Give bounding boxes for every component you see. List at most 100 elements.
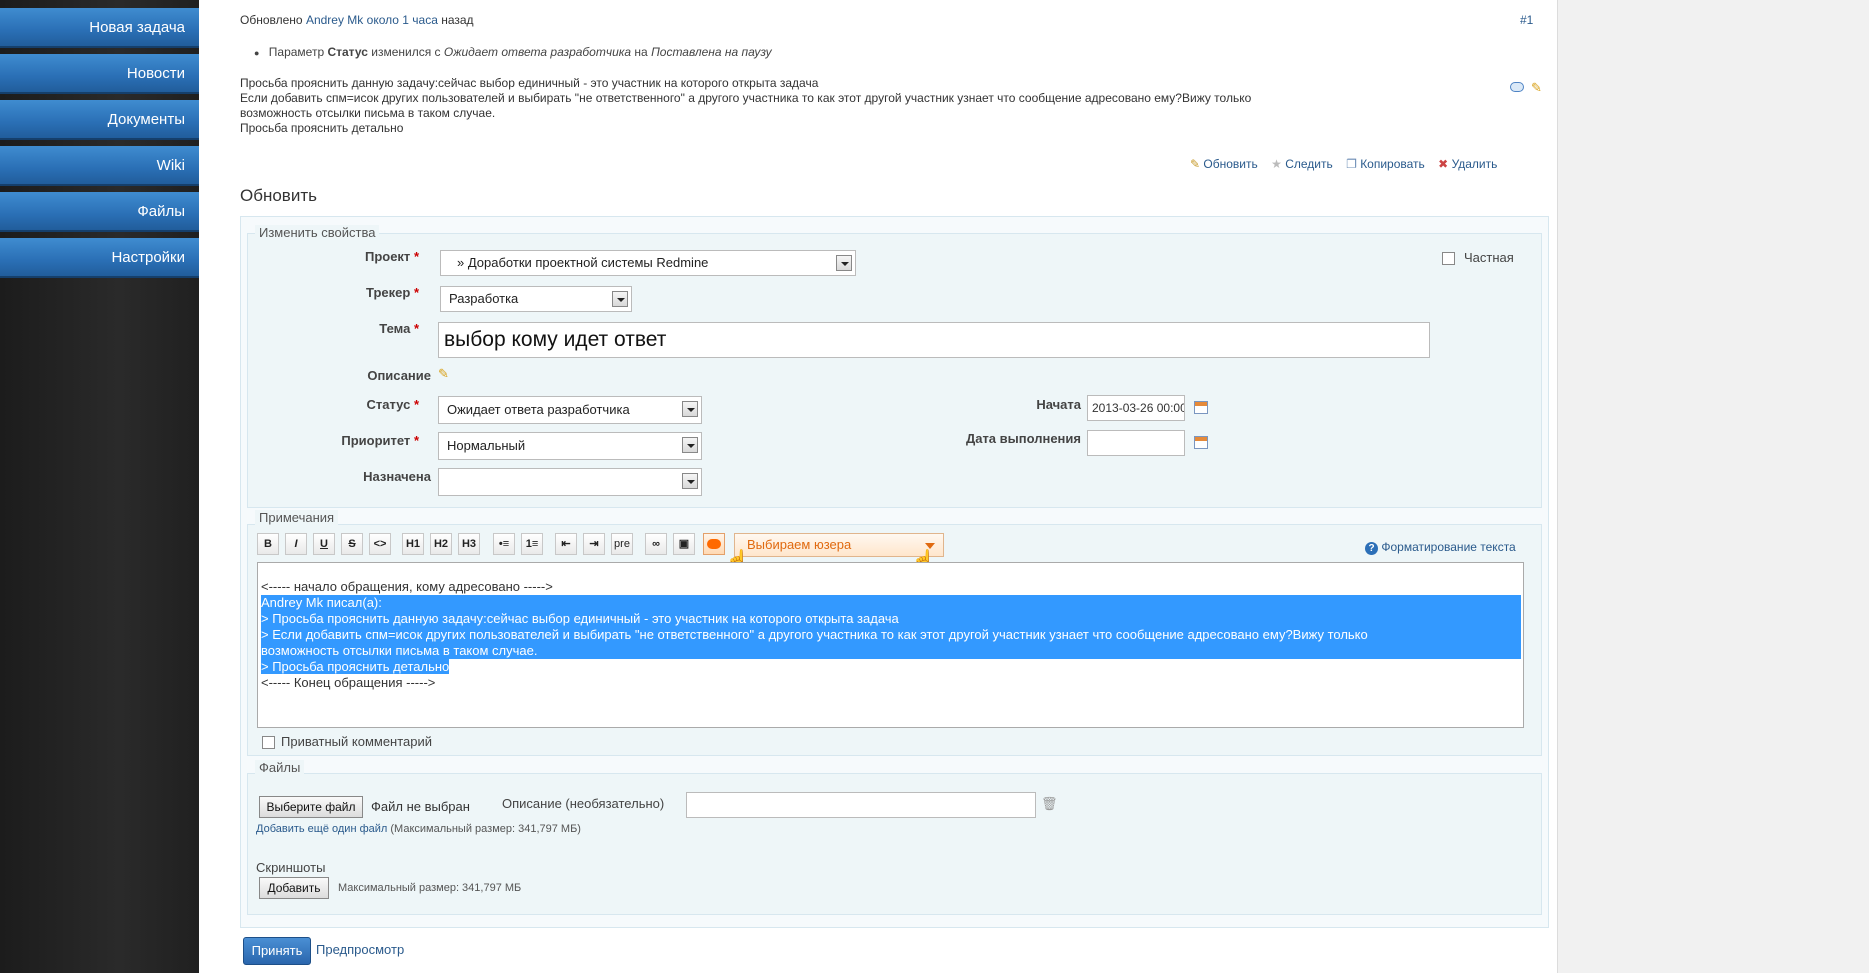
journal-author-link[interactable]: Andrey Mk <box>306 13 363 27</box>
subject-label: Тема * <box>379 321 419 336</box>
file-description-label: Описание (необязательно) <box>502 796 665 811</box>
notes-line: <----- Конец обращения -----> <box>261 675 436 690</box>
description-label: Описание <box>367 368 431 383</box>
watch-star-icon: ★ <box>1271 157 1282 171</box>
add-file-row: Добавить ещё один файл (Максимальный раз… <box>256 823 581 835</box>
sidebar-item-settings[interactable]: Настройки <box>0 238 199 278</box>
notes-line: <----- начало обращения, кому адресовано… <box>261 579 553 594</box>
journal-note-line: Просьба прояснить детально <box>240 121 404 135</box>
image-button[interactable]: ▣ <box>673 533 695 555</box>
project-select-value: » Доработки проектной системы Redmine <box>457 255 709 270</box>
watch-link[interactable]: Следить <box>1285 157 1333 171</box>
subject-input[interactable]: выбор кому идет ответ <box>438 322 1430 358</box>
italic-button[interactable]: I <box>285 533 307 555</box>
delete-link[interactable]: Удалить <box>1452 157 1498 171</box>
assignee-select[interactable] <box>438 468 702 496</box>
notes-line-selected: Andrey Mk писал(а): <box>261 595 1521 611</box>
formatting-link[interactable]: Форматирование текста <box>1381 540 1515 554</box>
status-label: Статус * <box>366 397 420 412</box>
notes-line-selected: возможность отсылки письма в таком случа… <box>261 643 1521 659</box>
detail-field: Статус <box>327 45 368 59</box>
link-button[interactable]: ∞ <box>645 533 667 555</box>
add-screenshot-button[interactable]: Добавить <box>259 877 329 899</box>
heading2-button[interactable]: H2 <box>430 533 452 555</box>
quote-icon[interactable] <box>1510 82 1524 92</box>
edit-pencil-icon[interactable]: ✎ <box>1531 81 1542 94</box>
notes-legend: Примечания <box>255 510 339 525</box>
choose-file-button[interactable]: Выберите файл <box>259 796 363 818</box>
preformatted-button[interactable]: pre <box>611 533 633 555</box>
file-description-input[interactable] <box>686 792 1036 818</box>
priority-label: Приоритет * <box>341 433 419 448</box>
private-label: Частная <box>1464 250 1514 265</box>
tracker-select[interactable]: Разработка <box>440 286 632 312</box>
description-edit-icon[interactable]: ✎ <box>438 366 449 382</box>
chevron-down-icon <box>682 473 698 489</box>
trash-icon[interactable]: 🗑 <box>1041 796 1058 812</box>
files-legend: Файлы <box>255 760 305 775</box>
heading3-button[interactable]: H3 <box>458 533 480 555</box>
speech-bubble-icon <box>707 539 721 549</box>
journal-updated-prefix: Обновлено <box>240 13 303 27</box>
assignee-label: Назначена <box>363 469 431 484</box>
due-date-label: Дата выполнения <box>965 431 1081 446</box>
priority-select[interactable]: Нормальный <box>438 432 702 460</box>
main-content: Обновлено Andrey Mk около 1 часа назад #… <box>199 0 1557 973</box>
align-right-button[interactable]: ⇥ <box>583 533 605 555</box>
strikethrough-button[interactable]: S <box>341 533 363 555</box>
tracker-select-value: Разработка <box>449 291 519 306</box>
right-margin <box>1557 0 1869 973</box>
journal-note-line: Просьба прояснить данную задачу:сейчас в… <box>240 76 819 90</box>
journal-number-link[interactable]: #1 <box>1520 13 1533 27</box>
sidebar-item-wiki[interactable]: Wiki <box>0 146 199 186</box>
accept-button[interactable]: Принять <box>243 937 311 965</box>
project-label: Проект * <box>364 249 419 264</box>
chevron-down-icon <box>612 291 628 307</box>
formatting-help: ? Форматирование текста <box>1365 540 1516 555</box>
journal-detail: ● Параметр Статус изменился с Ожидает от… <box>254 45 772 59</box>
screenshots-label: Скриншоты <box>256 860 326 875</box>
issue-actions: ✎ Обновить ★ Следить ❐ Копировать ✖ Удал… <box>1190 157 1497 171</box>
calendar-icon[interactable] <box>1194 401 1208 414</box>
start-date-input[interactable]: 2013-03-26 00:00 <box>1087 395 1185 421</box>
align-left-button[interactable]: ⇤ <box>555 533 577 555</box>
chevron-down-icon <box>682 401 698 417</box>
journal-header: Обновлено Andrey Mk около 1 часа назад <box>240 13 474 27</box>
status-select[interactable]: Ожидает ответа разработчика <box>438 396 702 424</box>
comment-bubble-button[interactable] <box>703 533 725 555</box>
calendar-icon[interactable] <box>1194 436 1208 449</box>
underline-button[interactable]: U <box>313 533 335 555</box>
private-comment-label: Приватный комментарий <box>281 734 433 749</box>
sidebar-item-new-issue[interactable]: Новая задача <box>0 8 199 48</box>
heading1-button[interactable]: H1 <box>402 533 424 555</box>
bullet-list-button[interactable]: •≡ <box>493 533 515 555</box>
notes-line-selected: > Просьба прояснить данную задачу:сейчас… <box>261 611 1521 627</box>
private-comment-checkbox[interactable] <box>262 736 275 749</box>
max-size-note: (Максимальный размер: 341,797 МБ) <box>390 823 581 835</box>
update-link[interactable]: Обновить <box>1203 157 1257 171</box>
journal-notes: Просьба прояснить данную задачу:сейчас в… <box>240 76 1280 136</box>
private-checkbox[interactable] <box>1442 252 1455 265</box>
editor-toolbar: B I U S <> H1 H2 H3 •≡ 1≡ ⇤ ⇥ pre ∞ ▣ Вы… <box>257 533 1157 557</box>
notes-textarea[interactable]: <----- начало обращения, кому адресовано… <box>257 562 1524 728</box>
project-select[interactable]: » Доработки проектной системы Redmine <box>440 250 856 276</box>
code-button[interactable]: <> <box>369 533 391 555</box>
detail-new-value: Поставлена на паузу <box>651 45 772 59</box>
journal-time-link[interactable]: около 1 часа <box>367 13 438 27</box>
bold-button[interactable]: B <box>257 533 279 555</box>
copy-link[interactable]: Копировать <box>1360 157 1425 171</box>
add-another-file-link[interactable]: Добавить ещё один файл <box>256 823 387 835</box>
due-date-input[interactable] <box>1087 430 1185 456</box>
sidebar-item-news[interactable]: Новости <box>0 54 199 94</box>
preview-link[interactable]: Предпросмотр <box>316 942 404 957</box>
chevron-down-icon <box>836 255 852 271</box>
tracker-label: Трекер * <box>366 285 419 300</box>
copy-icon: ❐ <box>1346 157 1357 171</box>
delete-icon: ✖ <box>1438 157 1449 171</box>
journal-note-line: возможность отсылки письма в таком случа… <box>240 106 496 120</box>
numbered-list-button[interactable]: 1≡ <box>521 533 543 555</box>
start-date-label: Начата <box>1036 397 1081 412</box>
sidebar-item-documents[interactable]: Документы <box>0 100 199 140</box>
sidebar-item-files[interactable]: Файлы <box>0 192 199 232</box>
help-icon: ? <box>1365 542 1378 555</box>
